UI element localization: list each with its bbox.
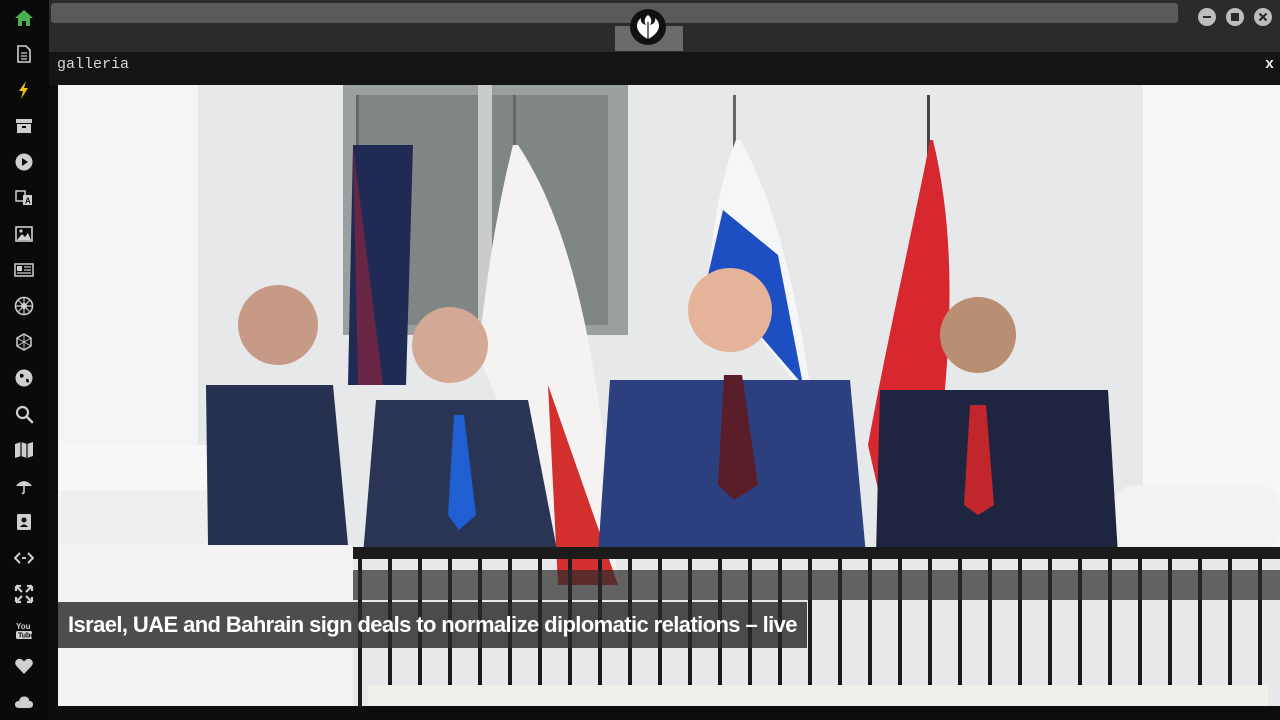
play-icon[interactable] bbox=[12, 150, 36, 174]
lightning-icon[interactable] bbox=[12, 78, 36, 102]
translate-icon[interactable]: A bbox=[12, 186, 36, 210]
maximize-button[interactable] bbox=[1226, 8, 1244, 26]
document-icon[interactable] bbox=[12, 42, 36, 66]
home-icon[interactable] bbox=[12, 6, 36, 30]
panel-title: galleria bbox=[57, 56, 130, 73]
image-icon[interactable] bbox=[12, 222, 36, 246]
rebel-alliance-icon[interactable] bbox=[630, 9, 666, 45]
archive-icon[interactable] bbox=[12, 114, 36, 138]
gallery-caption: Israel, UAE and Bahrain sign deals to no… bbox=[58, 602, 807, 648]
map-icon[interactable] bbox=[12, 438, 36, 462]
hexagon-network-icon[interactable] bbox=[12, 330, 36, 354]
panel-header: galleria x bbox=[49, 52, 1280, 85]
cloud-icon[interactable] bbox=[12, 690, 36, 714]
heart-icon[interactable] bbox=[12, 654, 36, 678]
code-icon[interactable] bbox=[12, 546, 36, 570]
svg-text:A: A bbox=[25, 197, 31, 206]
youtube-icon[interactable]: You Tube bbox=[12, 618, 36, 642]
empire-icon[interactable] bbox=[12, 294, 36, 318]
contact-book-icon[interactable] bbox=[12, 510, 36, 534]
umbrella-icon[interactable] bbox=[12, 474, 36, 498]
panel-close-button[interactable]: x bbox=[1265, 56, 1274, 73]
close-window-button[interactable] bbox=[1254, 8, 1272, 26]
newspaper-icon[interactable] bbox=[12, 258, 36, 282]
search-icon[interactable] bbox=[12, 402, 36, 426]
bottom-strip bbox=[49, 706, 1280, 720]
expand-icon[interactable] bbox=[12, 582, 36, 606]
top-bar bbox=[49, 0, 1280, 52]
address-bar[interactable] bbox=[51, 3, 1178, 23]
globe-icon[interactable] bbox=[12, 366, 36, 390]
svg-text:You: You bbox=[16, 622, 31, 631]
sidebar: A You Tube bbox=[0, 0, 49, 720]
minimize-button[interactable] bbox=[1198, 8, 1216, 26]
svg-text:Tube: Tube bbox=[18, 633, 34, 640]
